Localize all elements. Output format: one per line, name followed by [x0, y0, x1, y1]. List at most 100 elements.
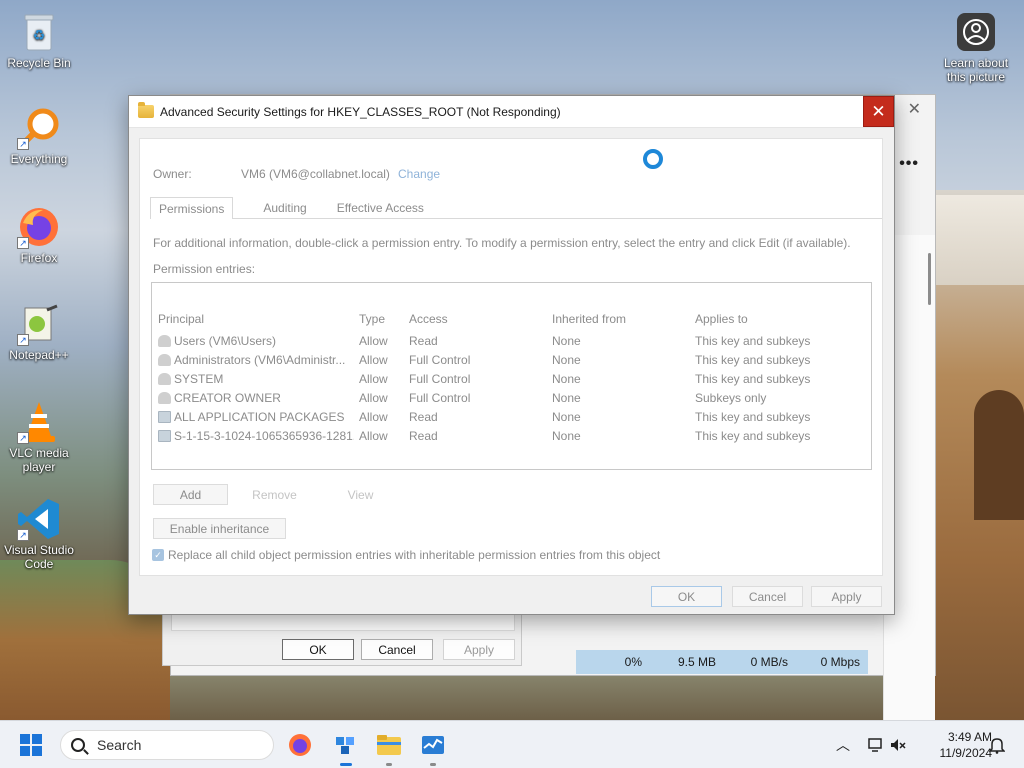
- taskbar-search[interactable]: Search: [60, 730, 274, 760]
- permission-entries-label: Permission entries:: [153, 262, 256, 276]
- applies-cell: This key and subkeys: [695, 372, 811, 386]
- table-row[interactable]: Administrators (VM6\Administr... Allow F…: [152, 351, 871, 370]
- table-row[interactable]: SYSTEM Allow Full Control None This key …: [152, 370, 871, 389]
- desktop-icon-notepadpp[interactable]: ↗ Notepad++: [0, 302, 78, 362]
- desktop-icon-recycle-bin[interactable]: ♻ Recycle Bin: [0, 10, 78, 70]
- user-group-icon: [158, 373, 171, 385]
- network-stat: 0 Mbps: [820, 655, 860, 669]
- applies-cell: Subkeys only: [695, 391, 767, 405]
- bell-icon: [989, 738, 1005, 754]
- desktop-icon-firefox[interactable]: ↗ Firefox: [0, 205, 78, 265]
- type-cell: Allow: [359, 353, 388, 367]
- desktop-icon-learn-about-picture[interactable]: Learn about this picture: [936, 10, 1016, 84]
- tab-permissions[interactable]: Permissions: [150, 197, 234, 219]
- applies-cell: This key and subkeys: [695, 353, 811, 367]
- user-group-icon: [158, 335, 171, 347]
- network-icon: [868, 738, 882, 752]
- desktop-icon-everything[interactable]: ↗ Everything: [0, 106, 78, 166]
- svg-text:♻: ♻: [33, 27, 46, 43]
- windows-start-icon[interactable]: [20, 734, 42, 756]
- type-cell: Allow: [359, 334, 388, 348]
- enable-inheritance-button[interactable]: Enable inheritance: [153, 518, 286, 539]
- column-applies-to[interactable]: Applies to: [695, 312, 865, 326]
- desktop-icon-label: Firefox: [20, 251, 58, 265]
- desktop-icon-vlc[interactable]: ↗ VLC media player: [0, 400, 78, 474]
- taskbar-clock[interactable]: 3:49 AM 11/9/2024: [920, 729, 993, 761]
- wallpaper-building: [934, 195, 1024, 285]
- more-options-icon[interactable]: •••: [899, 155, 919, 173]
- dialog-titlebar[interactable]: Advanced Security Settings for HKEY_CLAS…: [129, 96, 894, 128]
- taskbar-task-manager-icon[interactable]: [419, 731, 447, 766]
- vlc-cone-icon: ↗: [17, 400, 61, 444]
- speaker-muted-icon: [891, 739, 906, 751]
- taskbar-regedit-icon[interactable]: [332, 731, 360, 766]
- wallpaper-valley: [170, 670, 940, 720]
- table-row[interactable]: S-1-15-3-1024-1065365936-1281... Allow R…: [152, 427, 871, 446]
- tab-strip: Permissions Auditing Effective Access: [150, 197, 882, 219]
- properties-ok-button[interactable]: OK: [282, 639, 354, 660]
- dialog-body: Owner: VM6 (VM6@collabnet.local) Change …: [139, 138, 883, 576]
- properties-apply-button[interactable]: Apply: [443, 639, 515, 660]
- desktop-icon-label: Recycle Bin: [7, 56, 71, 70]
- inherited-cell: None: [552, 372, 581, 386]
- everything-search-icon: ↗: [17, 106, 61, 150]
- busy-spinner-icon: [643, 149, 663, 169]
- type-cell: Allow: [359, 391, 388, 405]
- folder-icon: [138, 102, 154, 118]
- network-tray[interactable]: [868, 721, 906, 768]
- memory-stat: 9.5 MB: [677, 655, 716, 669]
- replace-child-checkbox-row[interactable]: ✓ Replace all child object permission en…: [152, 548, 660, 562]
- search-icon: [71, 738, 85, 752]
- table-row[interactable]: ALL APPLICATION PACKAGES Allow Read None…: [152, 408, 871, 427]
- taskbar-firefox-icon[interactable]: [286, 731, 314, 759]
- applies-cell: This key and subkeys: [695, 334, 811, 348]
- tab-auditing[interactable]: Auditing: [255, 197, 314, 218]
- clock-date: 11/9/2024: [939, 746, 993, 760]
- principal-cell: Users (VM6\Users): [174, 334, 277, 348]
- desktop-icon-vscode[interactable]: ↗ Visual Studio Code: [0, 497, 78, 571]
- notifications-button[interactable]: [989, 721, 1005, 768]
- desktop-icon-label: Visual Studio Code: [4, 543, 74, 571]
- apply-button[interactable]: Apply: [811, 586, 882, 607]
- package-icon: [158, 411, 171, 423]
- table-row[interactable]: CREATOR OWNER Allow Full Control None Su…: [152, 389, 871, 408]
- column-access[interactable]: Access: [409, 312, 544, 326]
- inherited-cell: None: [552, 353, 581, 367]
- advanced-security-dialog: Advanced Security Settings for HKEY_CLAS…: [128, 95, 895, 615]
- tab-effective-access[interactable]: Effective Access: [329, 197, 432, 218]
- applies-cell: This key and subkeys: [695, 410, 811, 424]
- user-group-icon: [158, 354, 171, 366]
- table-row[interactable]: Users (VM6\Users) Allow Read None This k…: [152, 332, 871, 351]
- column-type[interactable]: Type: [359, 312, 404, 326]
- taskbar-file-explorer-icon[interactable]: [375, 731, 403, 766]
- principal-cell: Administrators (VM6\Administr...: [174, 353, 346, 367]
- chevron-up-icon[interactable]: ︿: [836, 735, 850, 755]
- principal-cell: ALL APPLICATION PACKAGES: [174, 410, 345, 424]
- change-owner-link[interactable]: Change: [398, 167, 440, 181]
- access-cell: Read: [409, 410, 438, 424]
- clock-time: 3:49 AM: [947, 730, 992, 744]
- permission-entries-table[interactable]: Principal Type Access Inherited from App…: [151, 282, 872, 470]
- checkmark-icon[interactable]: ✓: [152, 549, 164, 561]
- properties-cancel-button[interactable]: Cancel: [361, 639, 433, 660]
- access-cell: Read: [409, 334, 438, 348]
- scrollbar[interactable]: [928, 253, 931, 305]
- user-group-icon: [158, 392, 171, 404]
- view-button[interactable]: View: [323, 484, 398, 505]
- close-button[interactable]: ✕: [863, 96, 894, 127]
- remove-button[interactable]: Remove: [237, 484, 312, 505]
- close-icon[interactable]: ✕: [908, 99, 921, 119]
- column-inherited-from[interactable]: Inherited from: [552, 312, 687, 326]
- resource-stats-bar: 0% 9.5 MB 0 MB/s 0 Mbps: [576, 650, 868, 674]
- access-cell: Full Control: [409, 391, 471, 405]
- ok-button[interactable]: OK: [651, 586, 722, 607]
- inherited-cell: None: [552, 391, 581, 405]
- type-cell: Allow: [359, 410, 388, 424]
- column-principal[interactable]: Principal: [158, 312, 354, 326]
- recycle-bin-icon: ♻: [17, 10, 61, 54]
- access-cell: Read: [409, 429, 438, 443]
- add-button[interactable]: Add: [153, 484, 228, 505]
- firefox-icon: ↗: [17, 205, 61, 249]
- inherited-cell: None: [552, 410, 581, 424]
- cancel-button[interactable]: Cancel: [732, 586, 803, 607]
